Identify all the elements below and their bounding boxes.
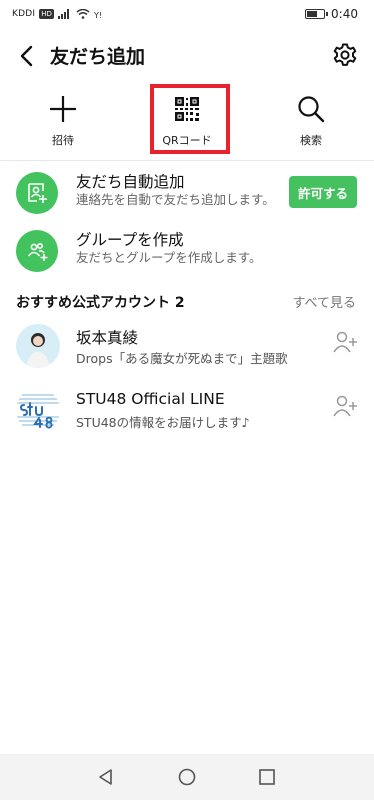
allow-button[interactable]: 許可する [289,176,357,208]
search-button[interactable]: 検索 [256,84,366,156]
invite-label: 招待 [52,134,74,147]
account-avatar [16,324,60,368]
status-right: 0:40 [305,7,358,21]
invite-button[interactable]: 招待 [8,84,118,156]
add-friend-icon[interactable] [332,330,358,354]
plus-icon [50,96,76,122]
system-navigation-bar [0,754,374,800]
account-row[interactable]: 坂本真綾 Drops「ある魔女が死ぬまで」主題歌 [0,320,374,378]
auto-add-subtitle: 連絡先を自動で友だち追加します。 [76,192,275,207]
page-title: 友だち追加 [50,46,146,68]
create-group-title: グループを作成 [76,231,184,249]
square-recents-icon[interactable] [257,767,277,787]
chevron-left-icon[interactable] [14,42,40,70]
recommended-header: おすすめ公式アカウント 2 すべて見る [0,290,374,312]
wifi-icon [76,9,90,19]
account-avatar [16,388,60,432]
add-friend-icon[interactable] [332,394,358,418]
account-row[interactable]: STU48 Official LINE STU48の情報をお届けします♪ [0,384,374,442]
carrier-label: KDDI [12,9,36,19]
recommended-title: おすすめ公式アカウント 2 [16,295,185,311]
add-contact-icon [28,183,47,203]
triangle-back-icon[interactable] [96,767,116,787]
header: 友だち追加 [0,36,374,76]
gear-icon[interactable] [332,42,358,68]
group-add-icon-circle [16,230,58,272]
account-description: Drops「ある魔女が死ぬまで」主題歌 [76,351,288,366]
status-left: KDDI HD Y! [12,9,106,19]
see-all-link[interactable]: すべて見る [292,292,356,311]
search-label: 検索 [300,134,322,147]
account-description: STU48の情報をお届けします♪ [76,415,250,430]
create-group-row[interactable]: グループを作成 友だちとグループを作成します。 [0,222,374,278]
battery-icon [305,9,329,19]
data-icon: Y! [94,11,102,19]
create-group-subtitle: 友だちとグループを作成します。 [76,250,262,265]
qr-code-highlight-box [150,84,230,154]
signal-icon [57,9,69,19]
svg-text:Y!: Y! [94,11,102,19]
group-add-icon [27,243,48,261]
status-bar: KDDI HD Y! 0:40 [0,0,374,30]
clock: 0:40 [331,7,358,21]
divider [0,160,374,161]
hd-badge: HD [39,9,54,19]
account-name: 坂本真綾 [76,329,139,347]
account-name: STU48 Official LINE [76,390,225,408]
circle-home-icon[interactable] [177,767,197,787]
search-icon [298,96,325,123]
auto-add-title: 友だち自動追加 [76,173,185,191]
add-contact-icon-circle [16,172,58,214]
